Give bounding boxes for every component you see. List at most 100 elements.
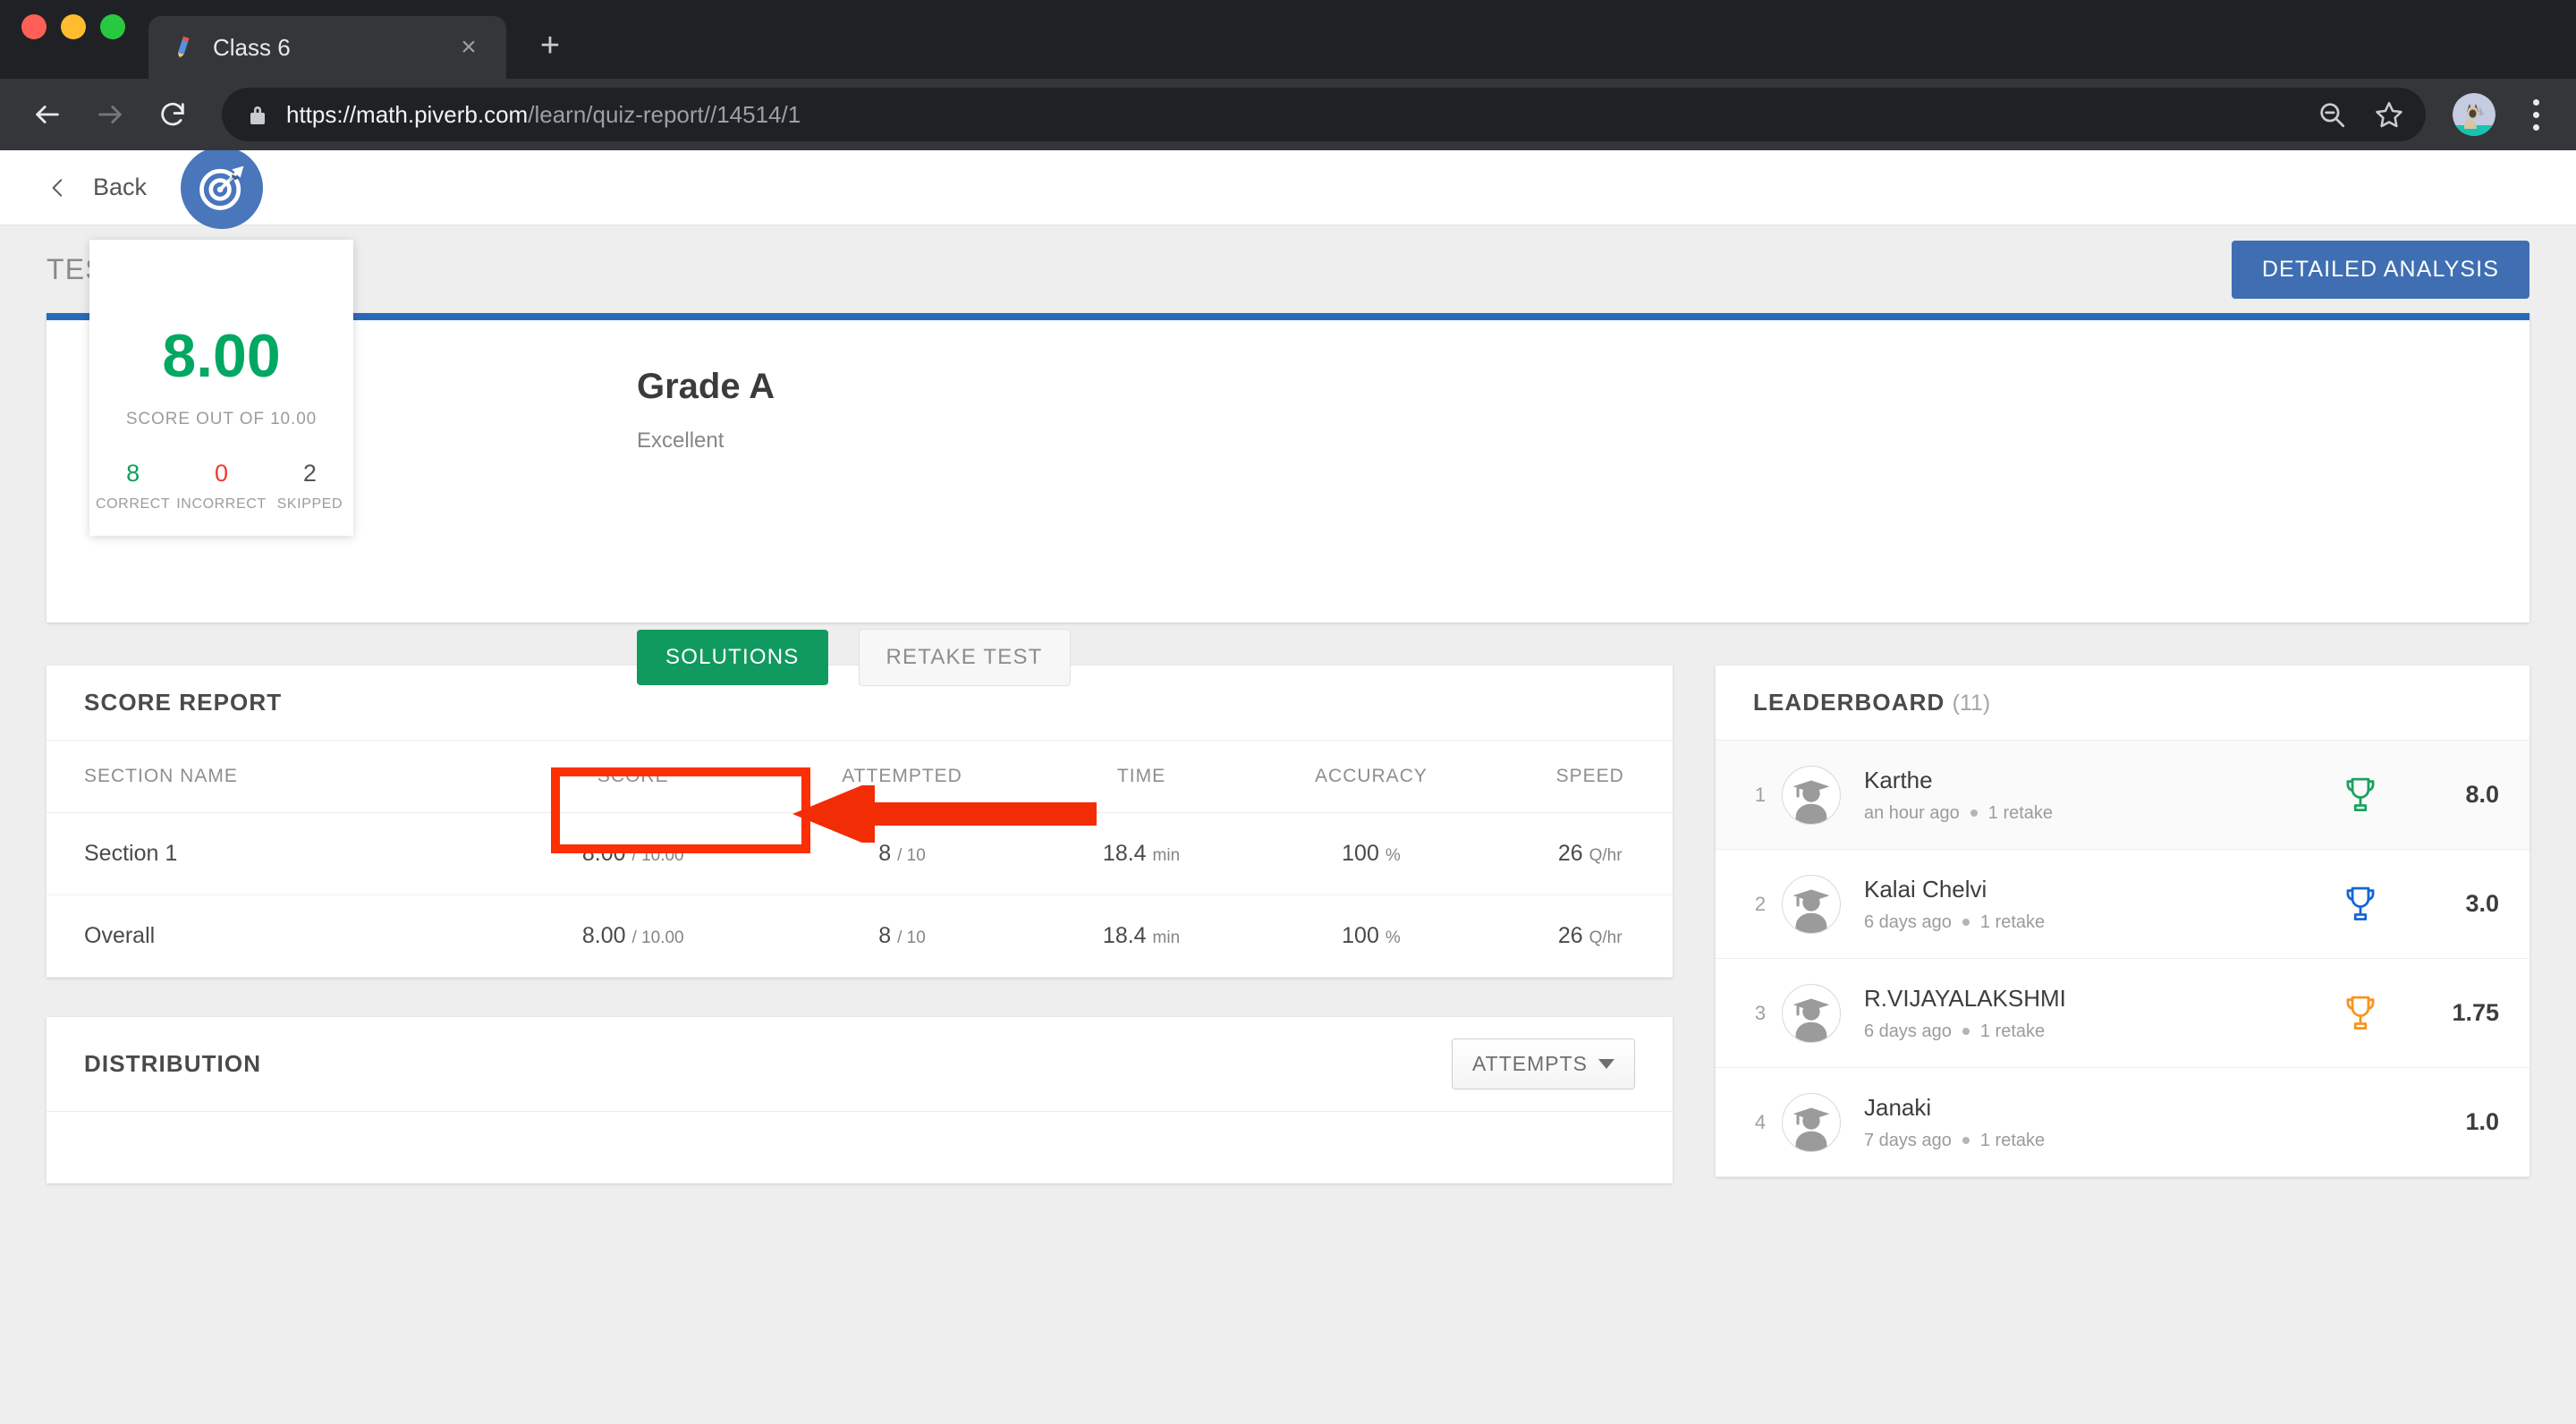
leaderboard-rank: 1: [1754, 783, 1767, 806]
window-traffic-lights: [21, 0, 125, 79]
leaderboard-info: Kalai Chelvi 6 days ago 1 retake: [1864, 876, 2320, 933]
distribution-header: DISTRIBUTION ATTEMPTS: [47, 1017, 1673, 1112]
score-report-title: SCORE REPORT: [84, 689, 283, 716]
left-column: SCORE REPORT SECTION NAME SCORE ATTEMPTE…: [47, 665, 1673, 1183]
leaderboard-title: LEADERBOARD (11): [1753, 689, 1990, 716]
result-summary-card: 8.00 SCORE OUT OF 10.00 8 CORRECT 0 INCO…: [47, 150, 2529, 686]
minimize-window-button[interactable]: [61, 14, 86, 39]
leaderboard-score: 1.75: [2452, 999, 2499, 1026]
leaderboard-name: Janaki: [1864, 1093, 1932, 1121]
list-item[interactable]: 3 R.VIJAYALAKSHMI 6 days ago 1 retake 1.…: [1716, 959, 2529, 1068]
list-item[interactable]: 2 Kalai Chelvi 6 days ago 1 retake 3.0: [1716, 850, 2529, 959]
cell-time: 18.4 min: [1047, 894, 1235, 978]
leaderboard-rank: 2: [1754, 892, 1767, 915]
score-value: 8.00: [162, 322, 281, 390]
dot-separator-icon: [1962, 1028, 1970, 1035]
attempts-filter-label: ATTEMPTS: [1472, 1052, 1588, 1075]
table-row: Overall 8.00 / 10.00 8 / 10 18.4 min 100…: [47, 894, 1673, 978]
retake-test-button[interactable]: RETAKE TEST: [858, 629, 1071, 686]
avatar: [1782, 983, 1841, 1043]
cell-accuracy: 100 %: [1234, 812, 1508, 895]
lower-grid: SCORE REPORT SECTION NAME SCORE ATTEMPTE…: [47, 665, 2529, 1183]
reload-icon[interactable]: [145, 87, 200, 142]
col-accuracy: ACCURACY: [1234, 741, 1508, 813]
cell-speed-main: 26: [1557, 841, 1583, 866]
cell-accuracy-sub: %: [1385, 928, 1401, 947]
trophy-icon: [2320, 993, 2401, 1034]
chevron-down-icon: [1598, 1059, 1614, 1069]
back-chevron-icon[interactable]: [47, 173, 70, 203]
browser-tab[interactable]: Class 6 ×: [148, 16, 506, 79]
leaderboard-card: LEADERBOARD (11) 1 Karthe an hour ago 1 …: [1716, 665, 2529, 1177]
profile-avatar-icon[interactable]: [2453, 93, 2496, 136]
list-item[interactable]: 4 Janaki 7 days ago 1 retake 1.0: [1716, 1068, 2529, 1177]
stat-incorrect-value: 0: [214, 460, 229, 487]
leaderboard-time: 6 days ago: [1864, 911, 1952, 932]
cell-attempted-sub: / 10: [897, 928, 926, 947]
new-tab-button[interactable]: +: [530, 25, 571, 66]
list-item[interactable]: 1 Karthe an hour ago 1 retake 8.0: [1716, 741, 2529, 850]
solutions-button[interactable]: SOLUTIONS: [637, 630, 828, 685]
avatar: [1782, 765, 1841, 825]
cell-attempted-main: 8: [878, 841, 892, 866]
cell-speed-main: 26: [1557, 923, 1583, 948]
col-score: SCORE: [510, 741, 757, 813]
address-bar[interactable]: https://math.piverb.com/learn/quiz-repor…: [222, 88, 2426, 141]
dot-separator-icon: [1970, 809, 1978, 817]
leaderboard-time: 6 days ago: [1864, 1021, 1952, 1041]
leaderboard-retakes: 1 retake: [1979, 911, 2046, 932]
forward-arrow-icon[interactable]: [82, 87, 138, 142]
table-row: Section 1 8.00 / 10.00 8 / 10 18.4 min 1…: [47, 812, 1673, 895]
cell-speed: 26 Q/hr: [1507, 894, 1673, 978]
cell-time-main: 18.4: [1102, 841, 1147, 866]
page-content: Back TEST 1 DETAILED ANALYSIS: [0, 150, 2576, 1424]
cell-time-main: 18.4: [1102, 923, 1147, 948]
address-bar-actions: [2311, 94, 2410, 135]
star-icon[interactable]: [2368, 94, 2410, 135]
leaderboard-retakes: 1 retake: [1987, 802, 2054, 823]
zoom-out-icon[interactable]: [2311, 94, 2352, 135]
cell-attempted: 8 / 10: [756, 894, 1048, 978]
url-host: https://math.piverb.com: [286, 100, 529, 128]
cell-accuracy-main: 100: [1342, 841, 1379, 866]
close-icon[interactable]: ×: [451, 30, 487, 65]
maximize-window-button[interactable]: [100, 14, 125, 39]
col-time: TIME: [1047, 741, 1235, 813]
avatar: [1782, 874, 1841, 934]
leaderboard-time: 7 days ago: [1864, 1130, 1952, 1150]
leaderboard-retakes: 1 retake: [1979, 1130, 2046, 1150]
leaderboard-info: Karthe an hour ago 1 retake: [1864, 767, 2320, 824]
leaderboard-rank: 4: [1754, 1110, 1767, 1133]
stat-skipped-value: 2: [302, 460, 317, 487]
score-summary-card: 8.00 SCORE OUT OF 10.00 8 CORRECT 0 INCO…: [89, 150, 353, 536]
kebab-menu-icon[interactable]: [2515, 89, 2556, 140]
leaderboard-name: Kalai Chelvi: [1864, 875, 1987, 903]
col-speed: SPEED: [1507, 741, 1673, 813]
cell-time: 18.4 min: [1047, 812, 1235, 895]
cell-attempted-sub: / 10: [897, 846, 926, 865]
browser-window: Class 6 × + https://math.piverb.com/lear…: [0, 0, 2576, 1424]
tab-title: Class 6: [213, 33, 291, 61]
leaderboard-name: Karthe: [1864, 766, 1933, 793]
cell-score-sub: / 10.00: [631, 846, 684, 865]
leaderboard-title-text: LEADERBOARD: [1753, 689, 1945, 716]
close-window-button[interactable]: [21, 14, 47, 39]
target-dart-icon: [180, 150, 263, 229]
score-caption: SCORE OUT OF 10.00: [125, 410, 318, 428]
detailed-analysis-button[interactable]: DETAILED ANALYSIS: [2231, 240, 2529, 299]
cell-accuracy: 100 %: [1234, 894, 1508, 978]
pencil-icon: [168, 33, 197, 62]
leaderboard-score: 1.0: [2465, 1108, 2499, 1135]
leaderboard-info: Janaki 7 days ago 1 retake: [1864, 1094, 2320, 1151]
app-bar: Back: [0, 150, 2576, 225]
attempts-filter-dropdown[interactable]: ATTEMPTS: [1452, 1038, 1635, 1089]
leaderboard-name: R.VIJAYALAKSHMI: [1864, 984, 2066, 1012]
back-button-label[interactable]: Back: [93, 174, 147, 201]
cell-score-main: 8.00: [581, 923, 626, 948]
leaderboard-time: an hour ago: [1864, 802, 1960, 823]
cell-score-sub: / 10.00: [631, 928, 684, 947]
back-arrow-icon[interactable]: [20, 87, 75, 142]
stat-correct: 8 CORRECT: [89, 462, 176, 513]
trophy-icon: [2320, 884, 2401, 925]
cell-attempted-main: 8: [878, 923, 892, 948]
